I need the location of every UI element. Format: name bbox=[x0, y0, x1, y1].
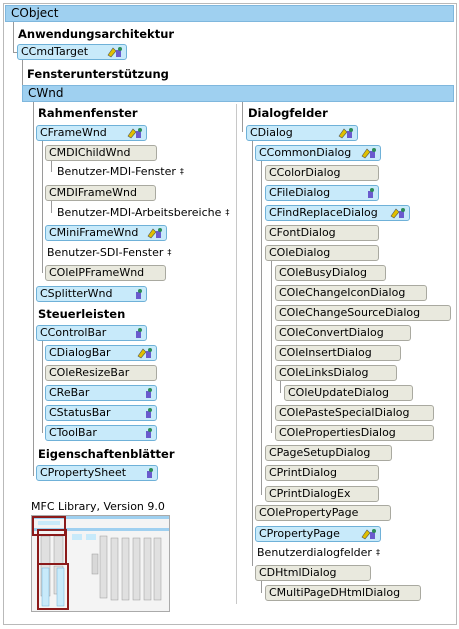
cwnd-label: CWnd bbox=[28, 86, 64, 100]
node-cfiledialog[interactable]: CFileDialog bbox=[265, 185, 379, 201]
class-feature-icon bbox=[361, 148, 376, 159]
column-separator bbox=[236, 104, 237, 604]
node-colepastespecialdialog[interactable]: COlePasteSpecialDialog bbox=[275, 405, 434, 421]
node-cframewnd[interactable]: CFrameWnd bbox=[36, 125, 147, 141]
node-ccontrolbar[interactable]: CControlBar bbox=[36, 325, 147, 341]
thumbnail-label: MFC Library, Version 9.0 bbox=[31, 500, 165, 513]
class-feature-icon bbox=[361, 529, 376, 540]
class-feature-icon bbox=[146, 408, 152, 418]
node-cfindreplacedialog[interactable]: CFindReplaceDialog bbox=[265, 205, 410, 221]
node-user-dialogs[interactable]: Benutzerdialogfelder ‡ bbox=[257, 546, 380, 560]
connector bbox=[242, 102, 243, 132]
class-feature-icon bbox=[127, 128, 142, 139]
node-chtmldialog[interactable]: CDHtmlDialog bbox=[255, 565, 371, 581]
node-cmdichildwnd[interactable]: CMDIChildWnd bbox=[45, 145, 157, 161]
node-csplitterwnd[interactable]: CSplitterWnd bbox=[36, 286, 147, 302]
node-user-mdi-windows[interactable]: Benutzer-MDI-Fenster ‡ bbox=[57, 165, 184, 179]
node-ccolordialog[interactable]: CColorDialog bbox=[265, 165, 379, 181]
node-cpropertypage[interactable]: CPropertyPage bbox=[255, 526, 381, 542]
node-coleresizebar[interactable]: COleResizeBar bbox=[45, 365, 157, 381]
section-window-support: Fensterunterstützung bbox=[27, 67, 169, 81]
node-ctoolbar[interactable]: CToolBar bbox=[45, 425, 157, 441]
class-feature-icon bbox=[107, 47, 122, 58]
connector bbox=[252, 141, 253, 566]
class-feature-icon bbox=[146, 428, 152, 438]
connector bbox=[271, 261, 272, 433]
node-cpropertysheet[interactable]: CPropertySheet bbox=[36, 465, 158, 481]
thumbnail-navigator[interactable] bbox=[31, 515, 170, 612]
connector bbox=[51, 161, 52, 172]
node-coleipframewnd[interactable]: COleIPFrameWnd bbox=[45, 265, 166, 281]
section-control-bars: Steuerleisten bbox=[38, 307, 126, 321]
node-coleinsertdialog[interactable]: COleInsertDialog bbox=[275, 345, 401, 361]
class-feature-icon bbox=[147, 468, 153, 478]
class-feature-icon bbox=[136, 289, 142, 299]
node-ccommondialog[interactable]: CCommonDialog bbox=[255, 145, 381, 161]
node-colebusydialog[interactable]: COleBusyDialog bbox=[275, 265, 386, 281]
node-ccmdtarget[interactable]: CCmdTarget bbox=[17, 44, 127, 60]
class-feature-icon bbox=[368, 188, 374, 198]
node-cminiframewnd[interactable]: CMiniFrameWnd bbox=[45, 225, 167, 241]
class-feature-icon bbox=[338, 128, 353, 139]
class-feature-icon bbox=[136, 328, 142, 338]
cobject-label: CObject bbox=[11, 6, 59, 20]
node-cdialogbar[interactable]: CDialogBar bbox=[45, 345, 157, 361]
node-coleconvertdialog[interactable]: COleConvertDialog bbox=[275, 325, 411, 341]
connector bbox=[13, 22, 14, 52]
connector bbox=[51, 201, 52, 213]
section-frame-windows: Rahmenfenster bbox=[38, 106, 138, 120]
connector bbox=[42, 341, 43, 433]
cobject-bar[interactable]: CObject bbox=[5, 5, 454, 22]
connector bbox=[261, 161, 262, 495]
connector bbox=[261, 581, 262, 593]
node-colepropertiesdialog[interactable]: COlePropertiesDialog bbox=[275, 425, 434, 441]
node-coleupdatedialog[interactable]: COleUpdateDialog bbox=[284, 385, 413, 401]
section-arch: Anwendungsarchitektur bbox=[18, 27, 175, 41]
node-cstatusbar[interactable]: CStatusBar bbox=[45, 405, 157, 421]
node-cmultipagedhtmldialog[interactable]: CMultiPageDHtmlDialog bbox=[265, 585, 421, 601]
node-cprintdialogex[interactable]: CPrintDialogEx bbox=[265, 486, 379, 502]
node-user-mdi-workspaces[interactable]: Benutzer-MDI-Arbeitsbereiche ‡ bbox=[57, 206, 229, 220]
node-colepropertypage[interactable]: COlePropertyPage bbox=[255, 505, 391, 521]
thumbnail-map bbox=[32, 516, 169, 610]
node-colechangeicondialog[interactable]: COleChangeIconDialog bbox=[275, 285, 427, 301]
node-cfontdialog[interactable]: CFontDialog bbox=[265, 225, 379, 241]
node-cmdiframewnd[interactable]: CMDIFrameWnd bbox=[45, 185, 156, 201]
node-colelinksdialog[interactable]: COleLinksDialog bbox=[275, 365, 397, 381]
class-feature-icon bbox=[390, 208, 405, 219]
cwnd-bar[interactable]: CWnd bbox=[22, 85, 454, 102]
connector bbox=[42, 141, 43, 273]
node-crebar[interactable]: CReBar bbox=[45, 385, 157, 401]
node-coledialog[interactable]: COleDialog bbox=[265, 245, 379, 261]
class-feature-icon bbox=[147, 228, 162, 239]
connector bbox=[33, 102, 34, 476]
connector bbox=[280, 381, 281, 393]
node-cdialog[interactable]: CDialog bbox=[246, 125, 358, 141]
section-property-sheets: Eigenschaftenblätter bbox=[38, 447, 175, 461]
node-user-sdi-windows[interactable]: Benutzer-SDI-Fenster ‡ bbox=[47, 246, 171, 260]
class-feature-icon bbox=[137, 348, 152, 359]
class-feature-icon bbox=[146, 388, 152, 398]
node-cpagesetupdialog[interactable]: CPageSetupDialog bbox=[265, 445, 392, 461]
node-cprintdialog[interactable]: CPrintDialog bbox=[265, 465, 379, 481]
section-dialog-boxes: Dialogfelder bbox=[248, 106, 328, 120]
node-colechangesourcedialog[interactable]: COleChangeSourceDialog bbox=[275, 305, 451, 321]
